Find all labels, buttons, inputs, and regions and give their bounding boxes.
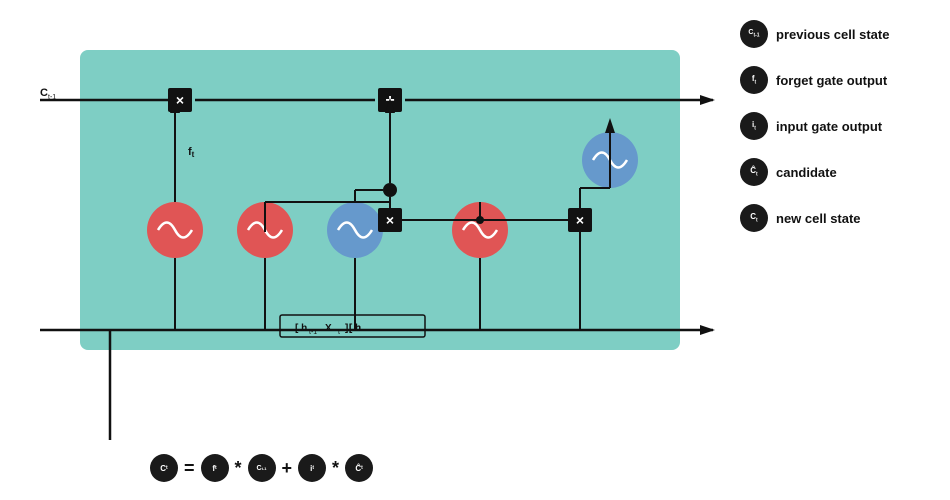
legend-item-candidate: Ĉt candidate [740, 158, 940, 186]
svg-text:t-1: t-1 [309, 329, 317, 336]
formula-ct-prev: Ct-1 [248, 454, 276, 482]
legend-label-new: new cell state [776, 211, 861, 226]
formula: Ct = ft * Ct-1 + it * Ĉt [150, 454, 373, 482]
legend-label-input: input gate output [776, 119, 882, 134]
legend-label-candidate: candidate [776, 165, 837, 180]
formula-c-hat: Ĉt [345, 454, 373, 482]
formula-mult1: * [235, 458, 242, 479]
formula-mult2: * [332, 458, 339, 479]
svg-text:ft: ft [188, 146, 195, 159]
legend-circle-forget: ft [740, 66, 768, 94]
lstm-diagram: × + ft × × [20, 20, 740, 440]
svg-text:t: t [338, 329, 340, 336]
legend-circle-candidate: Ĉt [740, 158, 768, 186]
legend: Ct-1 previous cell state ft forget gate … [740, 20, 940, 250]
formula-equals: = [184, 458, 195, 479]
svg-text:[ h: [ h [349, 323, 361, 334]
formula-ft: ft [201, 454, 229, 482]
legend-label-prev: previous cell state [776, 27, 889, 42]
svg-text:[ h: [ h [295, 323, 307, 334]
legend-label-forget: forget gate output [776, 73, 887, 88]
svg-text:C: C [40, 87, 48, 99]
diagram-svg: × + ft × × [20, 20, 740, 440]
formula-it: it [298, 454, 326, 482]
svg-text:]: ] [345, 323, 348, 334]
formula-plus: + [282, 458, 293, 479]
legend-item-new-cell: Ct new cell state [740, 204, 940, 232]
svg-text:×: × [576, 212, 584, 228]
legend-item-input: it input gate output [740, 112, 940, 140]
svg-text:×: × [386, 212, 394, 228]
formula-ct: Ct [150, 454, 178, 482]
svg-text:X: X [325, 323, 332, 334]
svg-text:t-1: t-1 [48, 94, 56, 101]
legend-circle-new: Ct [740, 204, 768, 232]
legend-item-prev-cell: Ct-1 previous cell state [740, 20, 940, 48]
legend-circle-input: it [740, 112, 768, 140]
legend-item-forget: ft forget gate output [740, 66, 940, 94]
legend-circle-prev: Ct-1 [740, 20, 768, 48]
